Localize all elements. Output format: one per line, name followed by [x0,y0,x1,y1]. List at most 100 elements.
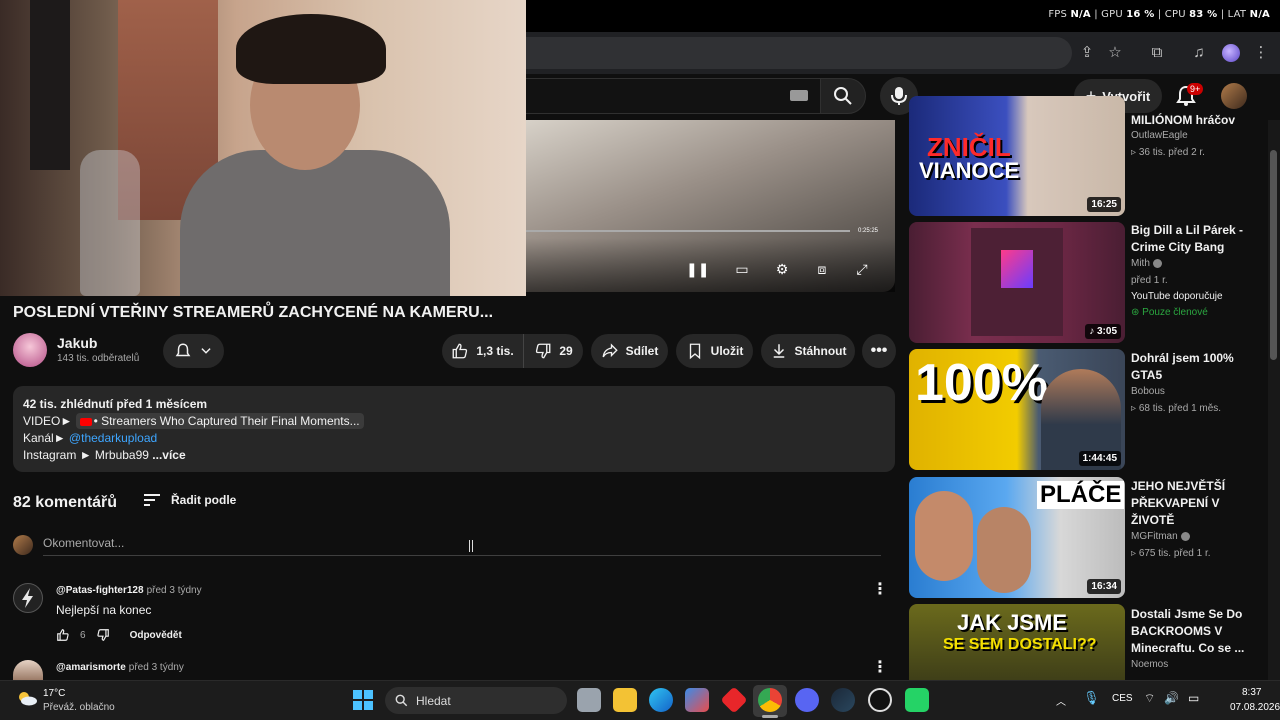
recommendation-channel[interactable]: OutlawEagle [1131,130,1188,141]
comment-author-handle[interactable]: @Patas-fighter128 [56,585,144,596]
media-control-icon[interactable]: ♫ [1188,42,1210,64]
obs-studio-icon[interactable] [868,688,892,712]
more-actions-button[interactable]: ••• [862,334,896,368]
scrollbar-thumb[interactable] [1270,150,1277,360]
player-controls-gradient [526,238,895,292]
bookmark-icon [689,343,700,360]
recommendation-channel-name[interactable]: MGFitman [1131,531,1178,542]
edge-browser-icon[interactable] [649,688,673,712]
recommendation-thumbnail[interactable]: PLÁČE 16:34 [909,477,1125,598]
miniplayer-icon[interactable]: ⧈ [811,258,833,280]
taskbar-search[interactable]: Hledat [385,687,567,714]
comment-author[interactable]: @amarismorte před 3 týdny [56,662,184,673]
whatsapp-icon[interactable] [905,688,929,712]
my-avatar [13,535,33,555]
like-button[interactable]: 1,3 tis. [442,334,523,368]
recommendation-channel[interactable]: Noemos [1131,659,1168,670]
recommendation-channel[interactable]: Mith [1131,258,1162,269]
progress-bar[interactable] [526,230,850,232]
dislike-button[interactable]: 29 [523,334,583,368]
task-view-icon[interactable] [577,688,601,712]
recommendation-meta: před 1 r. [1131,275,1168,286]
comment-like-icon[interactable] [56,628,70,642]
clock-time[interactable]: 8:37 [1242,687,1261,698]
reply-button[interactable]: Odpovědět [130,630,182,641]
search-input[interactable] [526,78,821,114]
comment-menu-icon[interactable]: ⋮ [872,659,888,677]
channel-avatar[interactable] [13,333,47,367]
recommendation-title[interactable]: Dohrál jsem 100% GTA5 [1131,350,1261,384]
pause-icon[interactable]: ❚❚ [686,258,709,280]
recommendation-thumbnail[interactable]: ♪ 3:05 [909,222,1125,343]
subtitles-icon[interactable]: ▭ [731,258,753,280]
weather-temperature[interactable]: 17°C [43,688,65,699]
microphone-tray-icon[interactable]: 🎙 [1083,690,1100,706]
browser-menu-icon[interactable]: ⋮ [1250,42,1272,64]
share-button[interactable]: Sdílet [591,334,668,368]
wifi-icon[interactable]: ⌔ [1144,691,1155,706]
members-only-label: Pouze členové [1142,307,1208,318]
microsoft-store-icon[interactable] [685,688,709,712]
recommendation-title[interactable]: MILIÓNOM hráčov [1131,112,1261,129]
fullscreen-icon[interactable]: ⤢ [851,258,873,280]
weather-description[interactable]: Převáž. oblačno [43,702,115,713]
recommendation-thumbnail[interactable]: JAK JSME SE SEM DOSTALI?? [909,604,1125,680]
linked-video-chip[interactable]: • Streamers Who Captured Their Final Mom… [75,413,364,429]
recommendation-title[interactable]: Big Dill a Lil Párek - Crime City Bang [1131,222,1261,256]
comment-avatar[interactable] [13,583,43,613]
recommendation-channel[interactable]: MGFitman [1131,531,1190,542]
account-avatar[interactable] [1221,83,1247,109]
windows-start-icon[interactable] [353,690,373,710]
share-arrow-icon [602,343,618,358]
sort-comments-button[interactable]: Řadit podle [143,493,236,507]
recommendation-channel[interactable]: Bobous [1131,386,1165,397]
video-duration: 1:44:45 [1078,451,1121,466]
channel-handle-link[interactable]: @thedarkupload [69,431,157,445]
comment-author[interactable]: @Patas-fighter128 před 3 týdny [56,585,202,596]
battery-icon[interactable]: ▭ [1188,691,1199,705]
comment-avatar[interactable] [13,660,43,680]
extensions-icon[interactable]: ⧉ [1146,42,1168,64]
chrome-browser-icon[interactable] [758,688,782,712]
settings-gear-icon[interactable]: ⚙ [771,258,793,280]
address-bar[interactable] [526,37,1072,69]
description-video-prefix: VIDEO► [23,414,73,428]
comment-input[interactable]: Okomentovat... [43,536,881,556]
save-label: Uložit [710,344,744,358]
input-language[interactable]: CES [1112,693,1133,704]
comment-author-handle[interactable]: @amarismorte [56,662,126,673]
steam-icon[interactable] [831,688,855,712]
subscription-bell-button[interactable] [163,334,224,368]
like-count: 1,3 tis. [476,344,514,358]
channel-name[interactable]: Jakub [57,335,97,351]
recommendation-thumbnail[interactable]: ZNIČIL VIANOCE 16:25 [909,96,1125,216]
clock-date[interactable]: 07.08.2026 [1230,702,1280,713]
perf-overlay: FPS N/A | GPU 16 % | CPU 83 % | LAT N/A [1048,9,1270,20]
thumbnail-caption: VIANOCE [919,158,1020,183]
volume-icon[interactable]: 🔊 [1164,691,1179,705]
show-more-link[interactable]: ...více [152,448,185,462]
install-app-icon[interactable]: ⇪ [1076,42,1098,64]
thumbnail-caption: PLÁČE [1037,481,1125,509]
video-duration-text: 3:05 [1096,326,1117,337]
download-button[interactable]: Stáhnout [761,334,855,368]
comment-menu-icon[interactable]: ⋮ [872,581,888,599]
keyboard-icon[interactable] [790,90,808,101]
search-button[interactable] [820,78,866,114]
bookmark-star-icon[interactable]: ☆ [1104,42,1126,64]
file-explorer-icon[interactable] [613,688,637,712]
discord-icon[interactable] [795,688,819,712]
gpu-label: GPU [1101,9,1123,20]
browser-profile-icon[interactable] [1222,44,1240,62]
tray-overflow-chevron-icon[interactable]: ︿ [1056,693,1066,708]
save-button[interactable]: Uložit [676,334,753,368]
recommendation-channel-name[interactable]: Mith [1131,258,1150,269]
recommendation-thumbnail[interactable]: 100% 1:44:45 [909,349,1125,470]
recommendation-title[interactable]: Dostali Jsme Se Do BACKROOMS V Minecraft… [1131,606,1261,657]
recommendation-title[interactable]: JEHO NEJVĚTŠÍ PŘEKVAPENÍ V ŽIVOTĚ [1131,478,1261,529]
comment-dislike-icon[interactable] [96,628,110,642]
fps-label: FPS [1048,9,1068,20]
player-time: 0:25:25 [858,228,879,234]
partly-cloudy-icon[interactable] [16,690,38,706]
youtube-logo-icon [79,417,92,426]
